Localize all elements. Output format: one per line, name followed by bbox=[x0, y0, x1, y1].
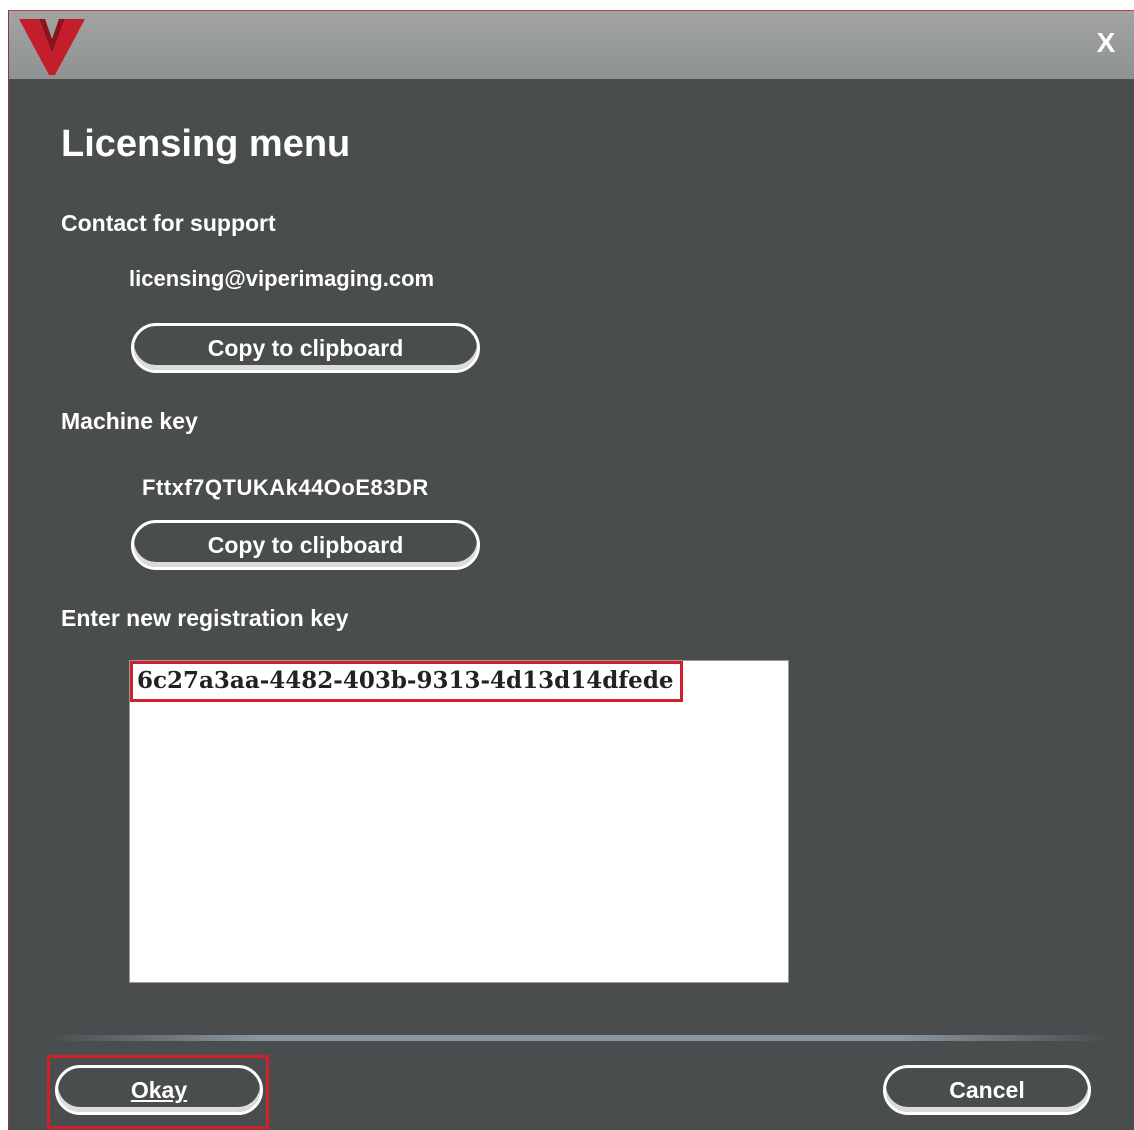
licensing-dialog: X Licensing menu Contact for support lic… bbox=[8, 10, 1134, 1130]
copy-email-button[interactable]: Copy to clipboard bbox=[131, 323, 480, 373]
okay-button-label: Okay bbox=[130, 1077, 188, 1103]
registration-key-value: 6c27a3aa-4482-403b-9313-4d13d14dfede bbox=[130, 661, 683, 702]
viper-logo-icon bbox=[19, 19, 85, 75]
registration-key-label: Enter new registration key bbox=[61, 605, 349, 631]
support-email: licensing@viperimaging.com bbox=[129, 266, 435, 291]
copy-machine-key-button[interactable]: Copy to clipboard bbox=[131, 520, 480, 570]
page-title: Licensing menu bbox=[61, 123, 351, 165]
title-bar[interactable]: X bbox=[9, 11, 1134, 79]
machine-key-value: Fttxf7QTUKAk44OoE83DR bbox=[142, 475, 429, 500]
footer-divider bbox=[49, 1035, 1109, 1041]
cancel-button[interactable]: Cancel bbox=[883, 1065, 1091, 1115]
machine-key-label: Machine key bbox=[61, 408, 198, 434]
okay-button[interactable]: Okay bbox=[55, 1065, 263, 1115]
close-button[interactable]: X bbox=[1090, 27, 1122, 59]
registration-key-input[interactable]: 6c27a3aa-4482-403b-9313-4d13d14dfede bbox=[129, 660, 789, 983]
support-label: Contact for support bbox=[61, 210, 276, 236]
